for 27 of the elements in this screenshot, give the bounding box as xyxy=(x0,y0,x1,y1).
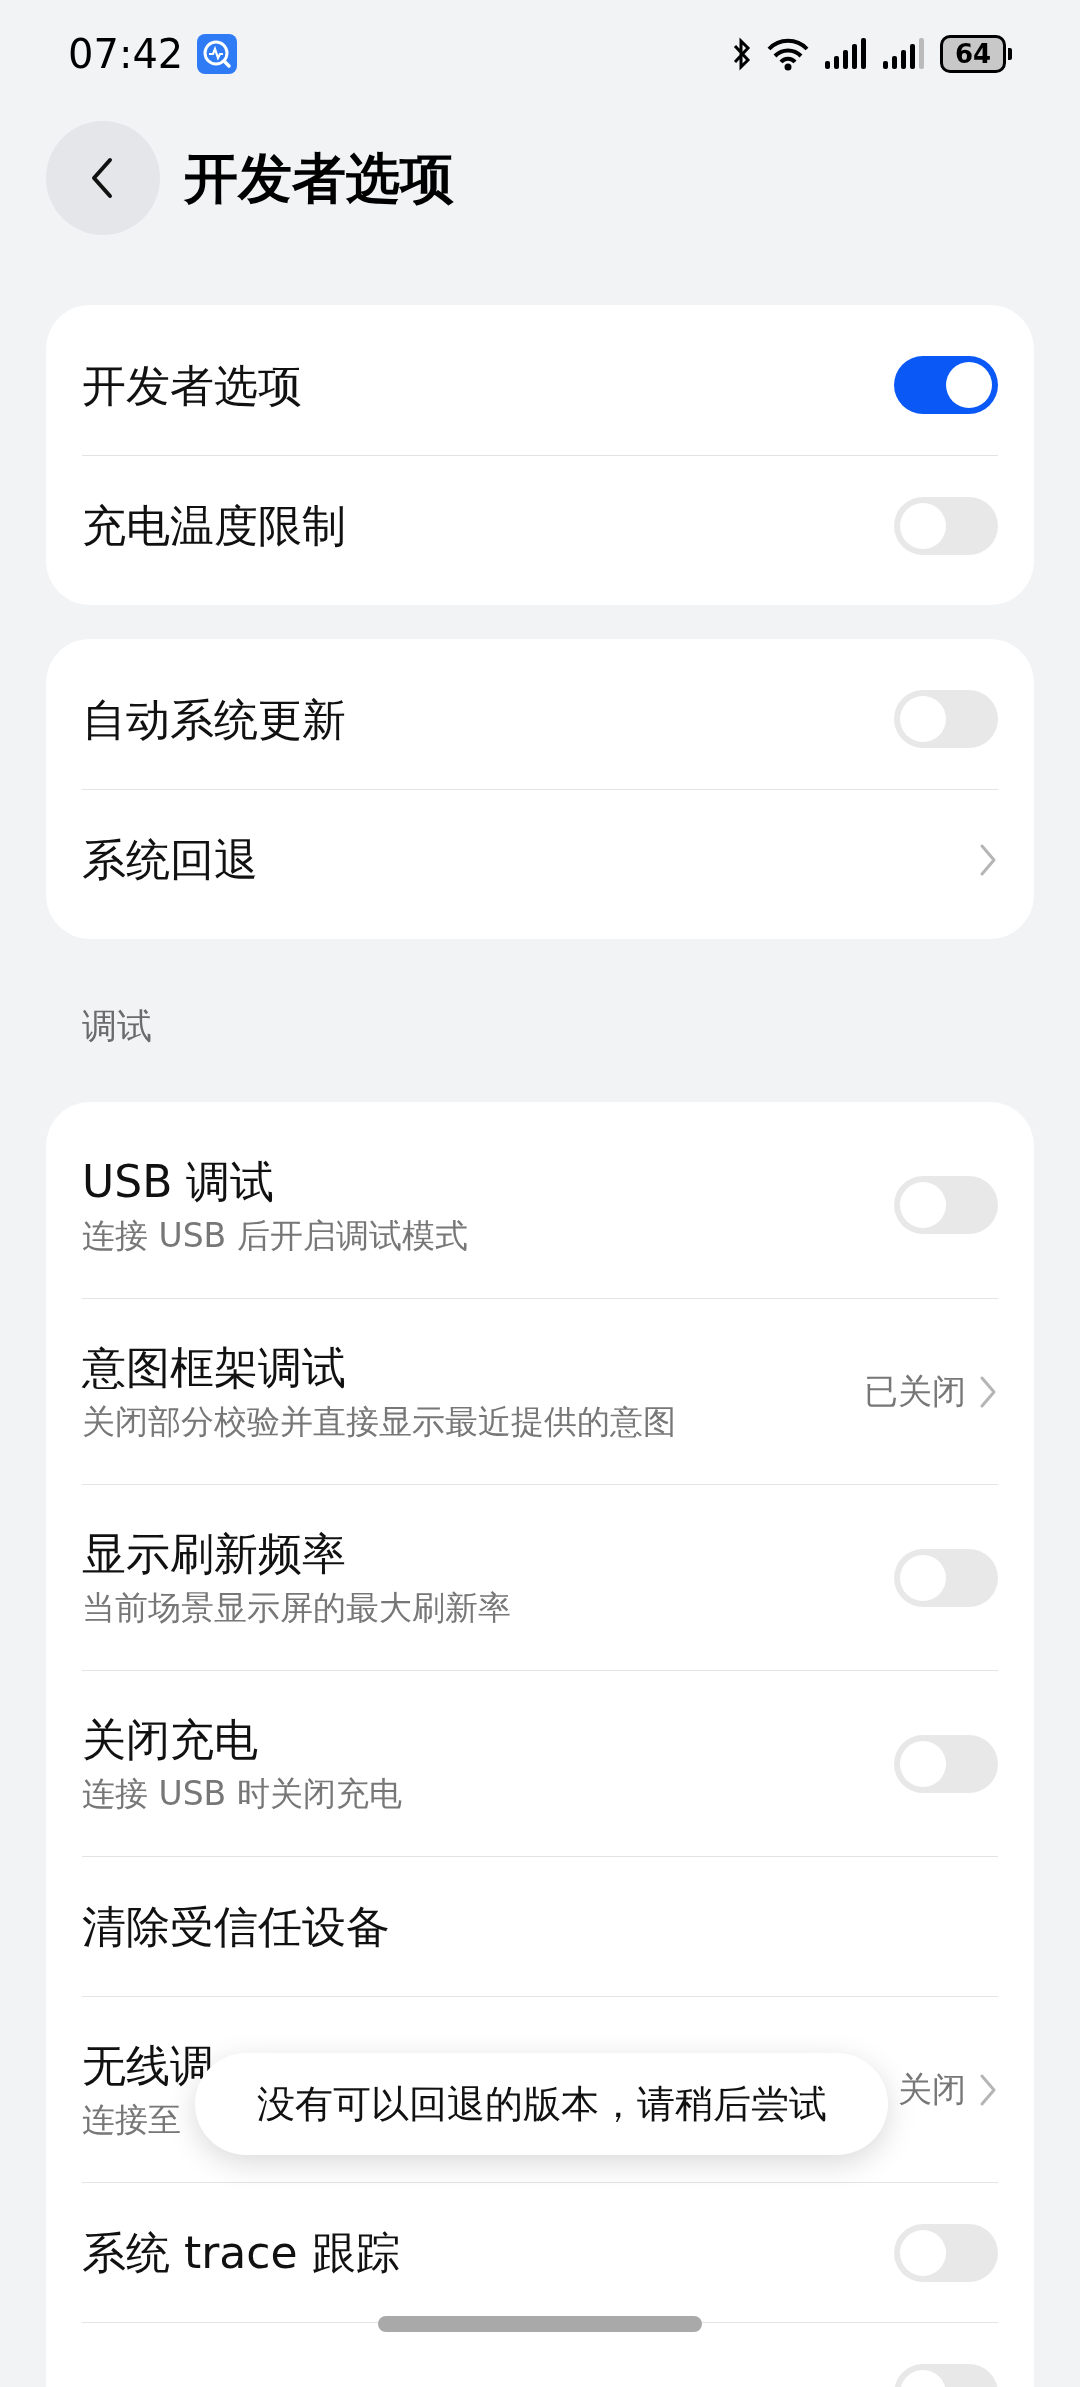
setting-title: 清除受信任设备 xyxy=(82,1900,390,1954)
wifi-icon xyxy=(766,37,810,71)
setting-value: 关闭 xyxy=(898,2068,966,2111)
setting-title: 充电温度限制 xyxy=(82,499,346,553)
setting-title: USB 调试 xyxy=(82,1154,276,1209)
setting-title: 自动系统更新 xyxy=(82,692,346,747)
status-time: 07:42 xyxy=(68,30,184,79)
setting-title: 显示刷新频率 xyxy=(82,1527,347,1582)
setting-title: 意图框架调试 xyxy=(82,1341,347,1396)
setting-description: 关闭部分校验并直接显示最近提供的意图 xyxy=(82,1401,676,1443)
section-label: 调试 xyxy=(81,1005,153,1049)
setting-value: 已关闭 xyxy=(864,1370,966,1413)
setting-description: 连接 USB 时关闭充电 xyxy=(82,1773,402,1815)
setting-description: 连接 USB 后开启调试模式 xyxy=(82,1214,468,1257)
home-indicator[interactable] xyxy=(378,2316,702,2332)
toggle-switch[interactable] xyxy=(894,356,998,414)
bluetooth-icon xyxy=(732,37,752,71)
signal-icon xyxy=(882,37,926,71)
signal-icon xyxy=(824,37,868,71)
setting-title: 关闭充电 xyxy=(82,1713,259,1768)
page-title: 开发者选项 xyxy=(184,145,454,212)
setting-title: 系统回退 xyxy=(82,833,258,887)
setting-title: 系统 trace 跟踪 xyxy=(82,2226,400,2280)
setting-description: 连接至 xyxy=(82,2099,182,2141)
app-icon xyxy=(197,34,238,74)
setting-description: 当前场景显示屏的最大刷新率 xyxy=(82,1587,511,1629)
setting-title: 开发者选项 xyxy=(82,358,302,413)
